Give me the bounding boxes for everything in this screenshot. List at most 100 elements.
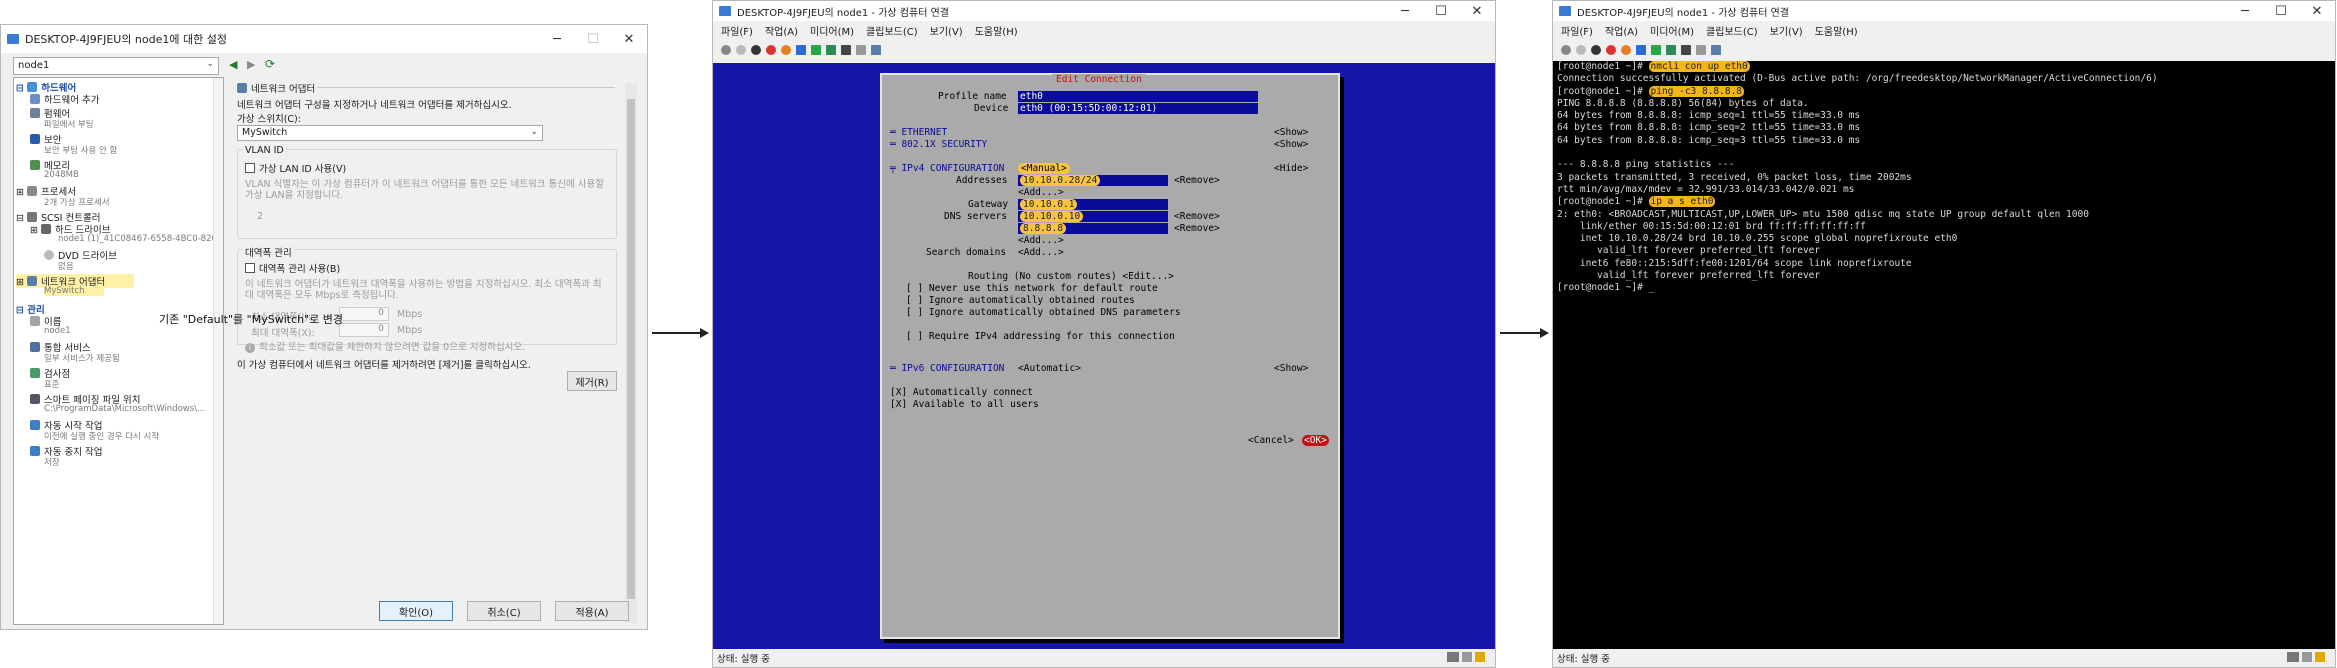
tree-sub-memory: 2048MB <box>44 170 79 180</box>
menu-help[interactable]: 도움말(H) <box>975 23 1018 38</box>
shutdown-icon[interactable] <box>766 45 776 55</box>
dns-remove-2[interactable]: <Remove> <box>1174 223 1220 234</box>
shutdown-icon[interactable] <box>1606 45 1616 55</box>
ipv6-section[interactable]: ═ IPv6 CONFIGURATION <box>890 363 1004 374</box>
flow-arrow-2 <box>1500 332 1542 334</box>
menu-file[interactable]: 파일(F) <box>1561 23 1593 38</box>
ctrl-alt-del-icon[interactable] <box>1561 45 1571 55</box>
apply-button[interactable]: 적용(A) <box>555 601 629 621</box>
option-ignore-dns[interactable]: [ ] Ignore automatically obtained DNS pa… <box>906 307 1181 318</box>
gateway-field[interactable]: 10.10.0.1 <box>1018 199 1168 210</box>
tree-item-autostop[interactable]: 자동 중지 작업 <box>30 444 102 458</box>
tui-ok-button[interactable]: <OK> <box>1302 435 1329 446</box>
dns-add[interactable]: <Add...> <box>1018 235 1064 246</box>
enhanced-session-icon[interactable] <box>856 45 866 55</box>
flow-arrow-1 <box>652 332 702 334</box>
back-arrow-icon[interactable]: ◀ <box>229 58 237 71</box>
menu-view[interactable]: 보기(V) <box>1770 23 1803 38</box>
address-add[interactable]: <Add...> <box>1018 187 1064 198</box>
cancel-button[interactable]: 취소(C) <box>467 601 541 621</box>
device-field[interactable]: eth0 (00:15:5D:00:12:01) <box>1018 103 1258 114</box>
vm-select[interactable]: node1 ⌄ <box>13 57 219 75</box>
share-icon[interactable] <box>871 45 881 55</box>
turn-off-icon[interactable] <box>1591 45 1601 55</box>
search-domains-add[interactable]: <Add...> <box>1018 247 1064 258</box>
menu-action[interactable]: 작업(A) <box>1605 23 1638 38</box>
vlan-id-value[interactable]: 2 <box>257 211 263 222</box>
security-section[interactable]: ═ 802.1X SECURITY <box>890 139 987 150</box>
share-icon[interactable] <box>1711 45 1721 55</box>
menu-clipboard[interactable]: 클립보드(C) <box>866 23 918 38</box>
resume-icon[interactable] <box>1651 45 1661 55</box>
ctrl-alt-del-icon[interactable] <box>721 45 731 55</box>
minimize-button[interactable]: ─ <box>1387 1 1423 21</box>
close-button[interactable]: ✕ <box>2299 1 2335 21</box>
tree-item-add-hardware[interactable]: 하드웨어 추가 <box>30 92 99 106</box>
close-button[interactable]: ✕ <box>611 25 647 53</box>
checkpoint-icon[interactable] <box>1666 45 1676 55</box>
bandwidth-checkbox[interactable]: 대역폭 관리 사용(B) <box>245 261 340 275</box>
revert-icon[interactable] <box>1681 45 1691 55</box>
ipv4-mode[interactable]: <Manual> <box>1018 163 1070 174</box>
start-icon[interactable] <box>1576 45 1586 55</box>
close-button[interactable]: ✕ <box>1459 1 1495 21</box>
tree-item-dvd[interactable]: DVD 드라이브 <box>44 248 117 262</box>
profile-name-field[interactable]: eth0 <box>1018 91 1258 102</box>
bandwidth-min-input[interactable]: 0 <box>339 307 389 321</box>
vlan-checkbox[interactable]: 가상 LAN ID 사용(V) <box>245 161 346 175</box>
revert-icon[interactable] <box>841 45 851 55</box>
ethernet-section[interactable]: ═ ETHERNET <box>890 127 947 138</box>
terminal-screen[interactable]: [root@node1 ~]# nmcli con up eth0 Connec… <box>1553 61 2335 651</box>
routing-row[interactable]: Routing (No custom routes) <Edit...> <box>968 271 1174 282</box>
turn-off-icon[interactable] <box>751 45 761 55</box>
ok-button[interactable]: 확인(O) <box>379 601 453 621</box>
ethernet-show[interactable]: <Show> <box>1274 127 1308 138</box>
menu-file[interactable]: 파일(F) <box>721 23 753 38</box>
ipv6-show[interactable]: <Show> <box>1274 363 1308 374</box>
remove-button[interactable]: 제거(R) <box>567 371 617 391</box>
vm2-menubar: 파일(F) 작업(A) 미디어(M) 클립보드(C) 보기(V) 도움말(H) <box>1553 21 2335 39</box>
save-icon[interactable] <box>1621 45 1631 55</box>
option-require-ipv4[interactable]: [ ] Require IPv4 addressing for this con… <box>906 331 1175 342</box>
maximize-button[interactable]: ☐ <box>1423 1 1459 21</box>
dns-field-2[interactable]: 8.8.8.8 <box>1018 223 1168 234</box>
address-field[interactable]: 10.10.0.28/24 <box>1018 175 1168 186</box>
option-auto-connect[interactable]: [X] Automatically connect <box>890 387 1033 398</box>
bandwidth-max-input[interactable]: 0 <box>339 323 389 337</box>
minimize-button[interactable]: ─ <box>2227 1 2263 21</box>
maximize-button[interactable]: ☐ <box>575 25 611 53</box>
dns-field-1[interactable]: 10.10.0.10 <box>1018 211 1168 222</box>
tui-cancel-button[interactable]: <Cancel> <box>1248 435 1294 446</box>
ipv4-hide[interactable]: <Hide> <box>1274 163 1308 174</box>
start-icon[interactable] <box>736 45 746 55</box>
option-never-default[interactable]: [ ] Never use this network for default r… <box>906 283 1158 294</box>
ipv4-section[interactable]: ╤ IPv4 CONFIGURATION <box>890 163 1004 174</box>
security-show[interactable]: <Show> <box>1274 139 1308 150</box>
option-ignore-routes[interactable]: [ ] Ignore automatically obtained routes <box>906 295 1135 306</box>
forward-arrow-icon[interactable]: ▶ <box>247 58 255 71</box>
menu-clipboard[interactable]: 클립보드(C) <box>1706 23 1758 38</box>
checkpoint-icon[interactable] <box>826 45 836 55</box>
menu-media[interactable]: 미디어(M) <box>810 23 854 38</box>
menu-view[interactable]: 보기(V) <box>930 23 963 38</box>
resume-icon[interactable] <box>811 45 821 55</box>
tree-scrollbar[interactable] <box>213 78 223 624</box>
panel-scrollbar[interactable] <box>625 83 637 623</box>
save-icon[interactable] <box>781 45 791 55</box>
option-all-users[interactable]: [X] Available to all users <box>890 399 1039 410</box>
menu-help[interactable]: 도움말(H) <box>1815 23 1858 38</box>
enhanced-session-icon[interactable] <box>1696 45 1706 55</box>
pause-icon[interactable] <box>1636 45 1646 55</box>
vswitch-select[interactable]: MySwitch ⌄ <box>237 125 543 141</box>
address-remove[interactable]: <Remove> <box>1174 175 1220 186</box>
minimize-button[interactable]: ─ <box>539 25 575 53</box>
menu-action[interactable]: 작업(A) <box>765 23 798 38</box>
vm-select-value: node1 <box>18 60 50 71</box>
refresh-icon[interactable]: ⟳ <box>265 57 275 71</box>
dns-remove-1[interactable]: <Remove> <box>1174 211 1220 222</box>
menu-media[interactable]: 미디어(M) <box>1650 23 1694 38</box>
pause-icon[interactable] <box>796 45 806 55</box>
maximize-button[interactable]: ☐ <box>2263 1 2299 21</box>
ipv6-mode[interactable]: <Automatic> <box>1018 363 1081 374</box>
vm1-screen[interactable]: Edit Connection Profile name eth0 Device… <box>713 63 1495 651</box>
